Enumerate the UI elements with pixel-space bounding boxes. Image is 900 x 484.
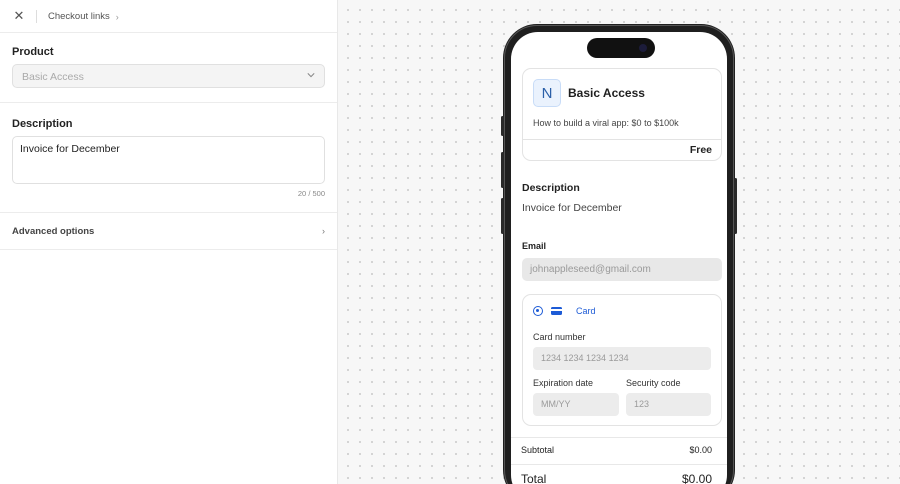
email-input[interactable]: johnappleseed@gmail.com bbox=[522, 258, 722, 281]
character-counter: 20 / 500 bbox=[297, 189, 325, 198]
divider bbox=[511, 437, 727, 438]
card-number-label: Card number bbox=[533, 332, 586, 342]
security-code-label: Security code bbox=[626, 378, 681, 388]
chevron-down-icon bbox=[307, 73, 315, 78]
editor-panel: ✕ Checkout links › Product Basic Access … bbox=[0, 0, 338, 484]
credit-card-icon bbox=[551, 307, 562, 315]
security-code-placeholder: 123 bbox=[634, 399, 650, 409]
phone-side-button bbox=[501, 116, 504, 136]
close-icon[interactable]: ✕ bbox=[13, 9, 25, 22]
product-card: N Basic Access How to build a viral app:… bbox=[522, 68, 722, 161]
description-textarea-value: Invoice for December bbox=[20, 143, 120, 155]
total-label: Total bbox=[521, 472, 547, 484]
product-section: Product Basic Access bbox=[0, 33, 337, 103]
divider bbox=[523, 139, 721, 140]
preview-canvas: N Basic Access How to build a viral app:… bbox=[338, 0, 900, 484]
chevron-right-icon: › bbox=[322, 226, 325, 236]
card-number-input[interactable]: 1234 1234 1234 1234 bbox=[533, 347, 711, 370]
product-price: Free bbox=[689, 144, 712, 156]
advanced-options-label: Advanced options bbox=[12, 226, 95, 237]
phone-frame: N Basic Access How to build a viral app:… bbox=[501, 24, 737, 484]
phone-side-button bbox=[501, 198, 504, 234]
description-section: Description Invoice for December 20 / 50… bbox=[0, 103, 337, 213]
product-subtitle: How to build a viral app: $0 to $100k bbox=[533, 118, 679, 128]
phone-screen: N Basic Access How to build a viral app:… bbox=[511, 32, 727, 484]
expiration-label: Expiration date bbox=[533, 378, 594, 388]
divider bbox=[511, 464, 727, 465]
email-placeholder: johnappleseed@gmail.com bbox=[530, 264, 651, 275]
description-textarea[interactable]: Invoice for December bbox=[12, 136, 325, 184]
total-value: $0.00 bbox=[681, 472, 712, 484]
breadcrumb[interactable]: Checkout links › bbox=[48, 11, 119, 22]
email-label: Email bbox=[522, 241, 547, 251]
product-avatar: N bbox=[533, 79, 561, 107]
phone-side-button bbox=[501, 152, 504, 188]
card-radio[interactable] bbox=[533, 306, 543, 316]
product-select-value: Basic Access bbox=[22, 71, 84, 83]
divider bbox=[36, 10, 37, 23]
card-number-placeholder: 1234 1234 1234 1234 bbox=[541, 353, 629, 363]
preview-description-heading: Description bbox=[522, 182, 580, 194]
checkout-preview: N Basic Access How to build a viral app:… bbox=[519, 32, 722, 484]
subtotal-value: $0.00 bbox=[689, 445, 712, 455]
phone-side-button bbox=[734, 178, 737, 234]
preview-description-value: Invoice for December bbox=[522, 202, 622, 214]
product-label: Product bbox=[12, 46, 54, 58]
breadcrumb-checkout-links[interactable]: Checkout links bbox=[48, 11, 110, 22]
description-label: Description bbox=[12, 118, 73, 130]
product-name: Basic Access bbox=[568, 86, 645, 100]
subtotal-label: Subtotal bbox=[521, 445, 555, 455]
expiration-input[interactable]: MM/YY bbox=[533, 393, 619, 416]
advanced-options-row[interactable]: Advanced options › bbox=[0, 213, 337, 250]
expiration-placeholder: MM/YY bbox=[541, 399, 571, 409]
product-select[interactable]: Basic Access bbox=[12, 64, 325, 88]
top-bar: ✕ Checkout links › bbox=[0, 0, 337, 33]
payment-method-card[interactable]: Card bbox=[576, 306, 596, 316]
payment-box: Card Card number 1234 1234 1234 1234 Exp… bbox=[522, 294, 722, 426]
security-code-input[interactable]: 123 bbox=[626, 393, 711, 416]
chevron-right-icon: › bbox=[115, 11, 119, 22]
